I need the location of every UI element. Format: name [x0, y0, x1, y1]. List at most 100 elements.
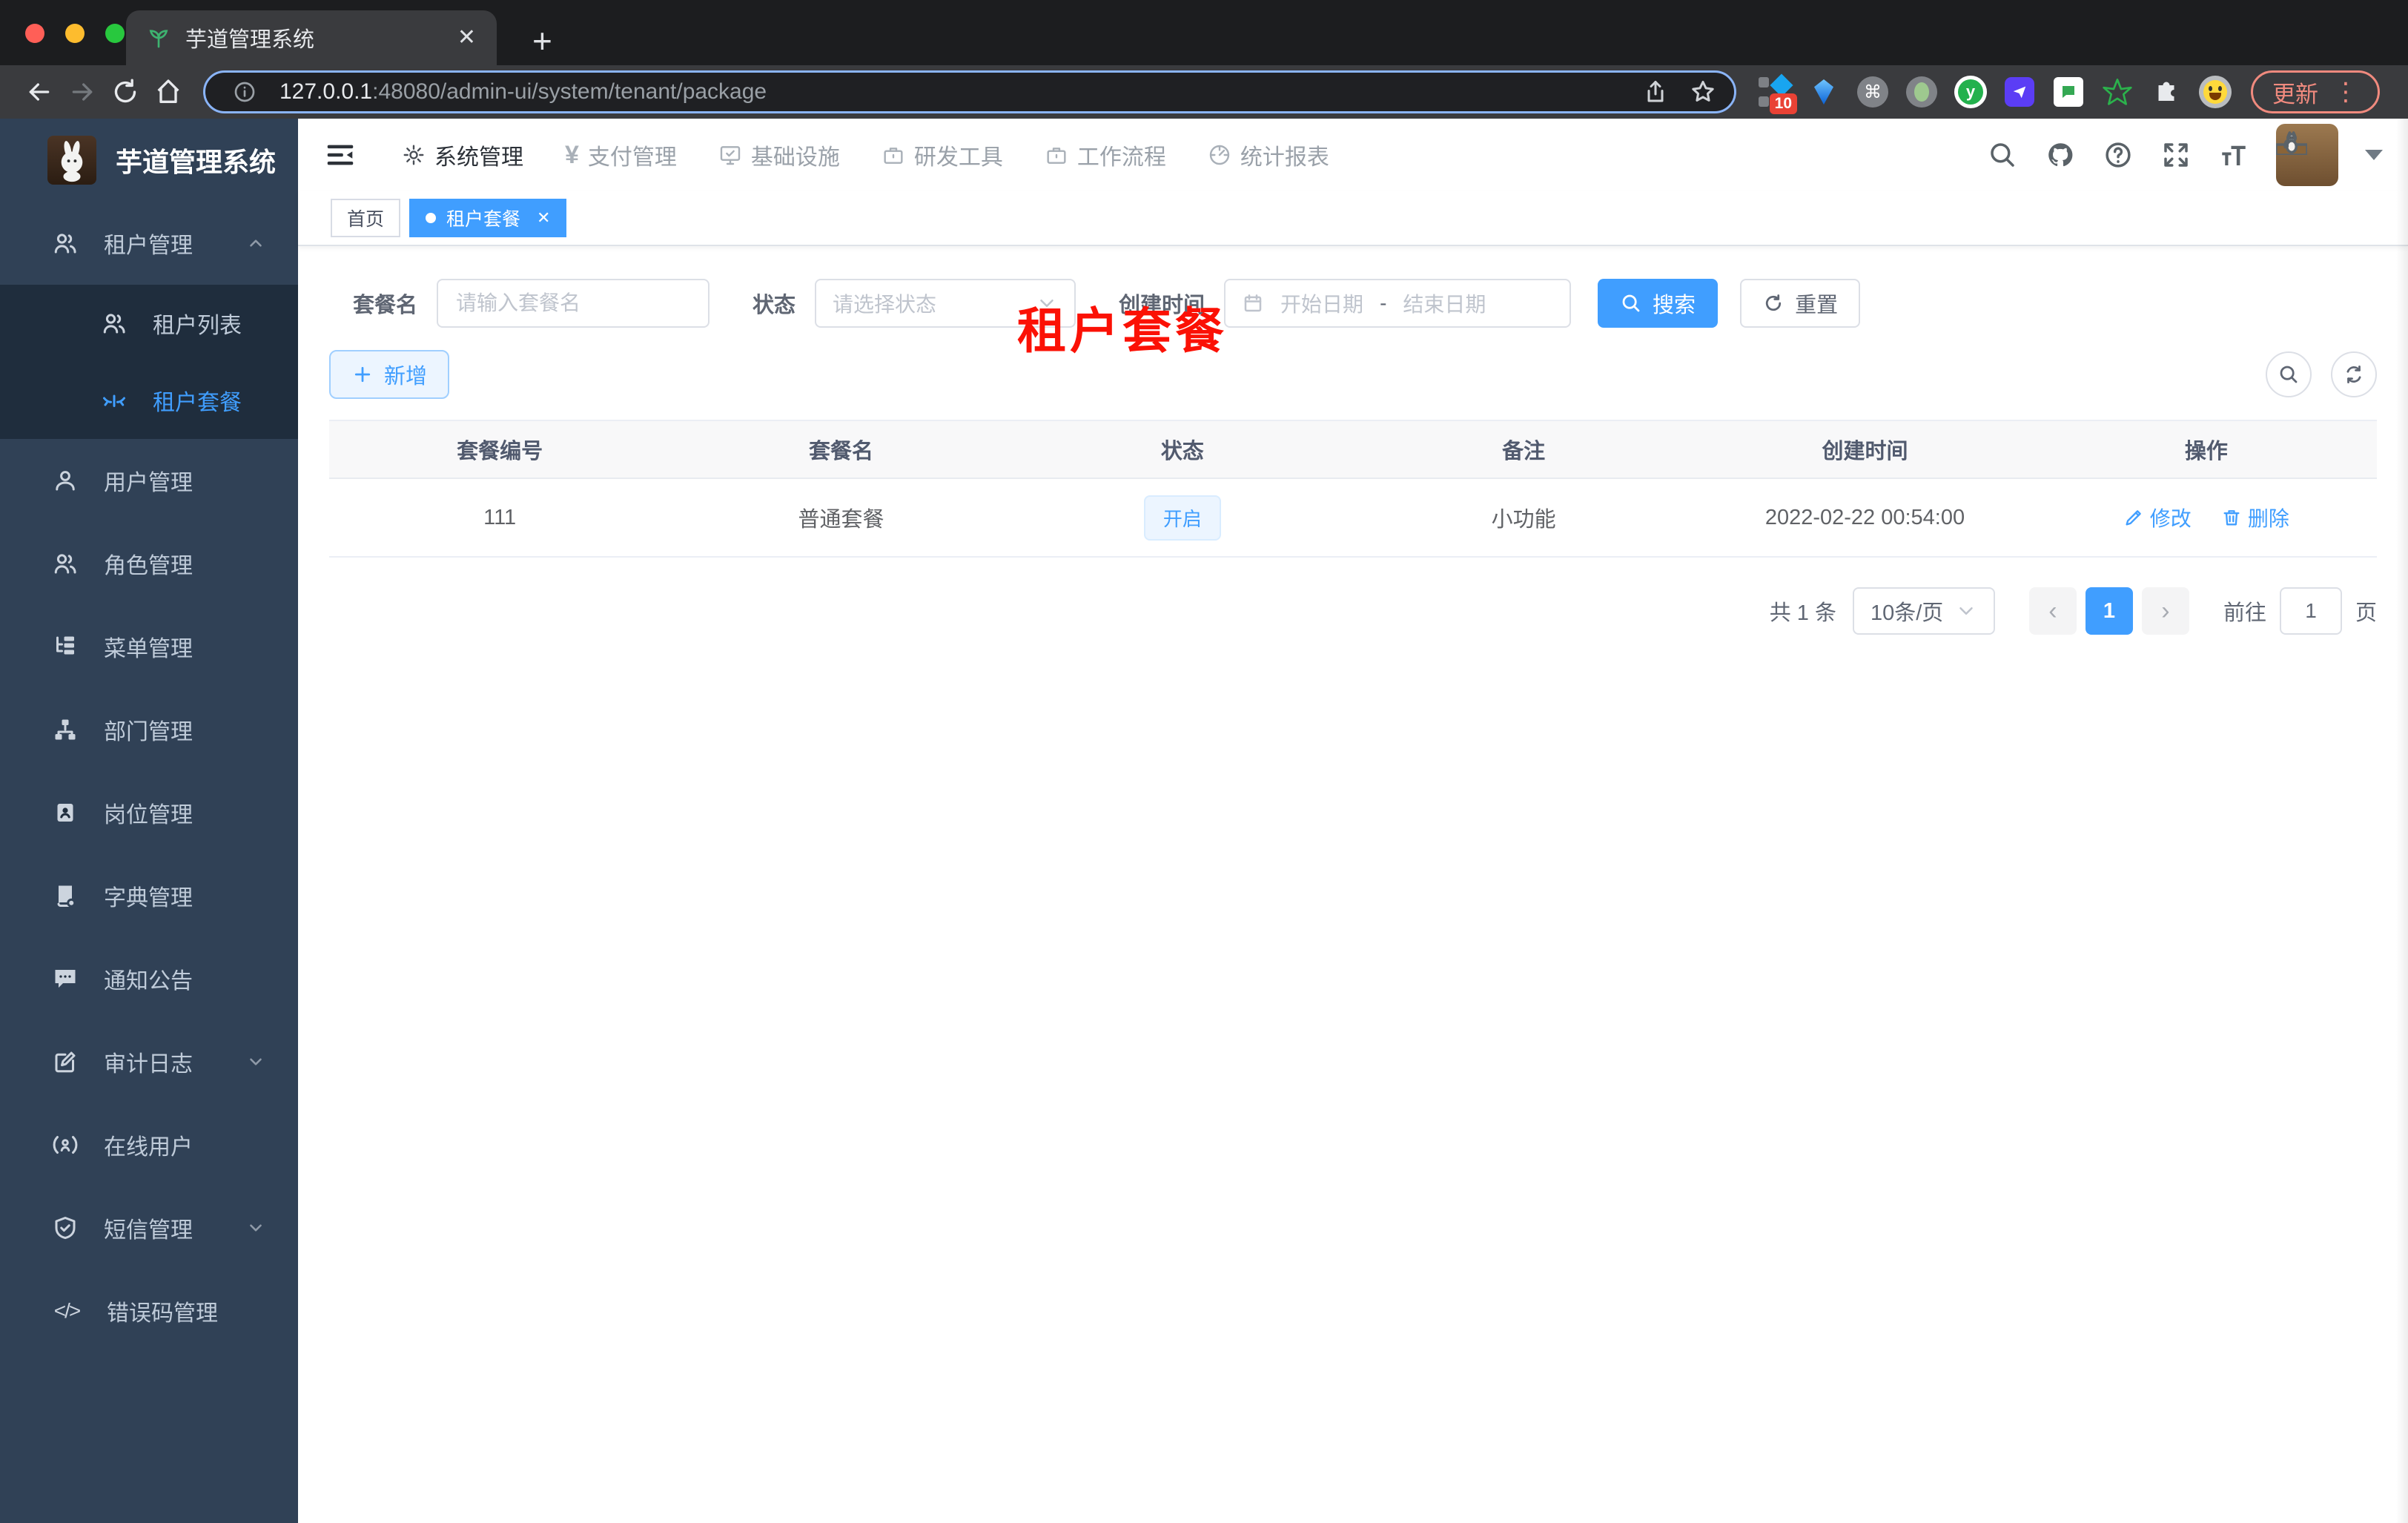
window-zoom-button[interactable]: [105, 24, 125, 43]
extension-command-icon[interactable]: ⌘: [1856, 76, 1889, 108]
package-table: 套餐编号 套餐名 状态 备注 创建时间 操作 111 普通套餐 开启 小功能 2: [329, 420, 2377, 558]
sidebar: 芋道管理系统 租户管理 租户列表 租户套餐 用户管理 角色管理 菜单管理 部门管…: [0, 119, 298, 1523]
new-tab-button[interactable]: +: [532, 24, 552, 58]
extension-y-icon[interactable]: y: [1954, 76, 1987, 108]
sidebar-collapse-icon[interactable]: [323, 138, 357, 172]
extension-gem-icon[interactable]: [1807, 76, 1840, 108]
sidebar-logo[interactable]: 芋道管理系统: [0, 119, 298, 202]
extension-purple-shield-icon[interactable]: [2003, 76, 2036, 108]
sidebar-item-post-management[interactable]: 岗位管理: [0, 771, 298, 854]
tag-tenant-package[interactable]: 租户套餐 ✕: [409, 199, 567, 237]
sidebar-item-menu-management[interactable]: 菜单管理: [0, 605, 298, 688]
nav-item-dev-tools[interactable]: 研发工具: [882, 139, 1003, 171]
home-icon[interactable]: [147, 77, 190, 107]
reset-label: 重置: [1795, 294, 1839, 317]
next-page-button[interactable]: ›: [2141, 587, 2189, 635]
help-icon[interactable]: [2103, 139, 2134, 171]
nav-item-infrastructure[interactable]: 基础设施: [718, 139, 840, 171]
sidebar-item-sms-management[interactable]: 短信管理: [0, 1186, 298, 1269]
pagination: 共 1 条 10条/页 ‹ 1 › 前往 页: [329, 587, 2377, 635]
status-badge: 开启: [1143, 495, 1221, 541]
sidebar-item-label: 租户列表: [153, 314, 242, 338]
search-icon: [1622, 294, 1640, 312]
browser-update-button[interactable]: 更新 ⋮: [2251, 70, 2380, 113]
sidebar-item-label: 租户套餐: [153, 391, 242, 415]
online-signal-icon: [53, 1136, 78, 1154]
tab-title: 芋道管理系统: [185, 28, 315, 52]
sidebar-item-label: 角色管理: [104, 554, 193, 578]
refresh-table-button[interactable]: [2331, 351, 2377, 397]
sidebar-item-dict-management[interactable]: 字典管理: [0, 854, 298, 937]
reload-icon[interactable]: [104, 77, 147, 107]
calendar-icon: [1244, 294, 1262, 312]
github-icon[interactable]: [2045, 139, 2076, 171]
navbar-actions: [1987, 124, 2383, 186]
browser-menu-icon[interactable]: ⋮: [2333, 79, 2358, 105]
app-title: 芋道管理系统: [116, 147, 277, 177]
sidebar-item-tenant-package[interactable]: 租户套餐: [0, 362, 298, 439]
site-info-icon[interactable]: [223, 80, 266, 104]
code-icon: </>: [53, 1299, 81, 1322]
tag-home[interactable]: 首页: [331, 199, 401, 237]
browser-toolbar: 127.0.0.1:48080/admin-ui/system/tenant/p…: [0, 65, 2408, 119]
sidebar-item-label: 租户管理: [104, 234, 193, 258]
show-search-toggle-button[interactable]: [2266, 351, 2312, 397]
sidebar-item-tenant-management[interactable]: 租户管理: [0, 202, 298, 285]
search-icon[interactable]: [1987, 139, 2018, 171]
back-icon[interactable]: [18, 77, 61, 107]
goto-prefix: 前往: [2223, 601, 2266, 625]
sidebar-item-dept-management[interactable]: 部门管理: [0, 688, 298, 771]
sidebar-item-notice[interactable]: 通知公告: [0, 937, 298, 1020]
avatar-caret-icon[interactable]: [2365, 150, 2383, 160]
extension-badge: 10: [1769, 93, 1797, 114]
page-size-select[interactable]: 10条/页: [1852, 587, 1995, 635]
browser-tab[interactable]: 芋道管理系统 ✕: [126, 10, 497, 65]
status-placeholder: 请选择状态: [833, 293, 937, 316]
url-bar[interactable]: 127.0.0.1:48080/admin-ui/system/tenant/p…: [203, 70, 1736, 113]
window-close-button[interactable]: [25, 24, 44, 43]
nav-item-system[interactable]: 系统管理: [402, 139, 523, 171]
sidebar-item-audit-log[interactable]: 审计日志: [0, 1020, 298, 1103]
add-button[interactable]: 新增: [329, 350, 450, 399]
reset-button[interactable]: 重置: [1740, 279, 1861, 328]
extension-gray-dot-icon[interactable]: [1905, 76, 1938, 108]
prev-page-button[interactable]: ‹: [2028, 587, 2077, 635]
edit-link[interactable]: 修改: [2123, 503, 2192, 532]
sidebar-item-error-code[interactable]: </> 错误码管理: [0, 1269, 298, 1352]
extension-puzzle-icon[interactable]: [2150, 76, 2183, 108]
chevron-up-icon: [250, 239, 262, 247]
nav-item-payment[interactable]: ¥ 支付管理: [565, 139, 677, 171]
tag-close-icon[interactable]: ✕: [537, 208, 550, 228]
bookmark-star-icon[interactable]: [1690, 79, 1716, 105]
share-icon[interactable]: [1642, 79, 1669, 105]
fullscreen-icon[interactable]: [2160, 139, 2192, 171]
url-host: 127.0.0.1: [280, 79, 373, 104]
delete-link[interactable]: 删除: [2221, 503, 2289, 532]
user-avatar[interactable]: [2276, 124, 2338, 186]
window-minimize-button[interactable]: [65, 24, 85, 43]
tab-close-icon[interactable]: ✕: [457, 27, 476, 49]
font-size-icon[interactable]: [2218, 139, 2249, 171]
date-range-picker[interactable]: 开始日期 - 结束日期: [1224, 279, 1572, 328]
add-label: 新增: [384, 365, 428, 389]
package-name-input[interactable]: [437, 279, 710, 328]
extension-tag-manager-icon[interactable]: 10: [1759, 73, 1797, 114]
favicon-plant-icon: [149, 30, 168, 48]
extension-chat-icon[interactable]: [2052, 76, 2085, 108]
forward-icon[interactable]: [61, 77, 104, 107]
nav-item-workflow[interactable]: 工作流程: [1045, 139, 1166, 171]
extension-smiley-icon[interactable]: [2199, 76, 2232, 108]
extensions-bar: 10 ⌘ y: [1759, 73, 2232, 114]
search-icon: [2280, 366, 2298, 383]
chevron-down-icon: [250, 1224, 262, 1232]
sidebar-item-role-management[interactable]: 角色管理: [0, 522, 298, 605]
page-number-button[interactable]: 1: [2085, 587, 2133, 635]
sidebar-item-online-users[interactable]: 在线用户: [0, 1103, 298, 1186]
active-dot: [426, 213, 437, 223]
search-button[interactable]: 搜索: [1598, 279, 1719, 328]
sidebar-item-user-management[interactable]: 用户管理: [0, 439, 298, 522]
sidebar-item-tenant-list[interactable]: 租户列表: [0, 285, 298, 362]
extension-star-icon[interactable]: [2101, 76, 2134, 108]
goto-page-input[interactable]: [2279, 587, 2342, 635]
nav-item-reports[interactable]: 统计报表: [1208, 139, 1329, 171]
